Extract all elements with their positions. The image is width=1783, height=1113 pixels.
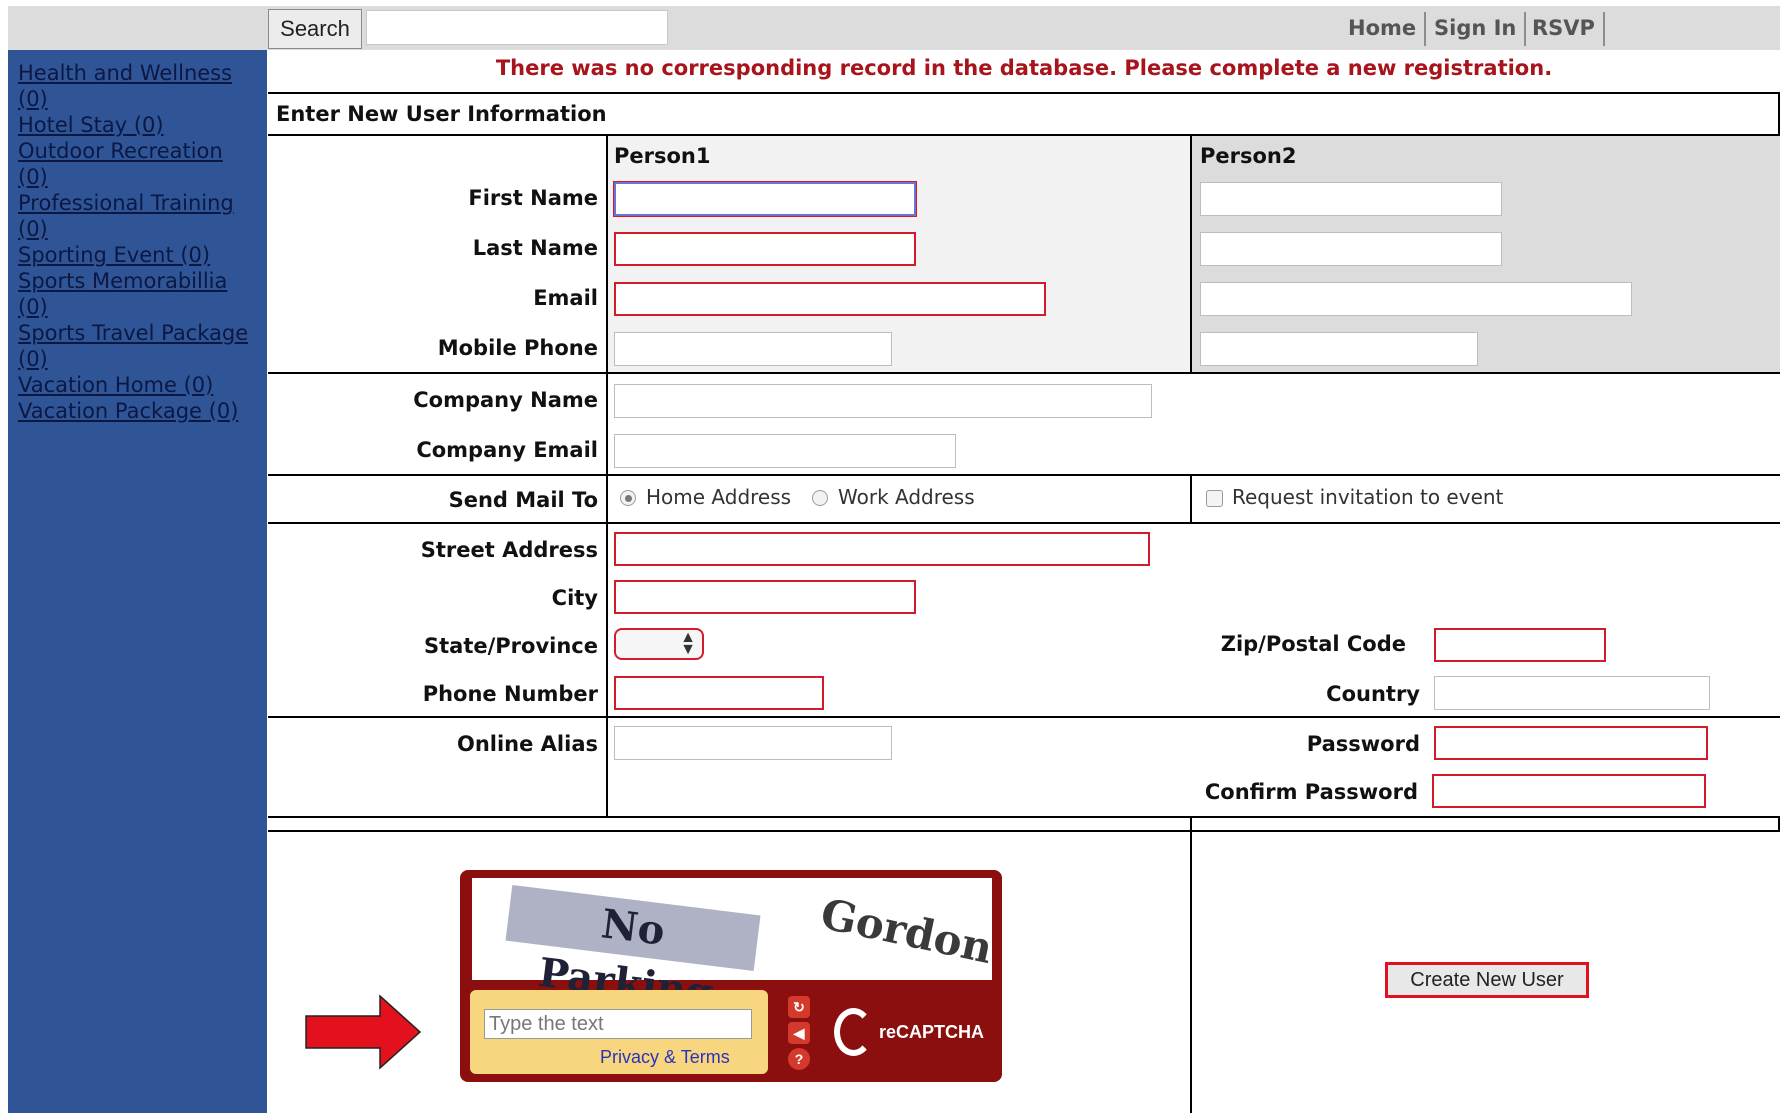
sidebar-item-sports-memorabillia[interactable]: Sports Memorabillia (0) xyxy=(18,268,267,320)
first-name-label: First Name xyxy=(468,186,598,210)
arrow-right-icon xyxy=(305,994,422,1070)
sidebar-item-outdoor-recreation[interactable]: Outdoor Recreation (0) xyxy=(18,138,267,190)
divider xyxy=(268,372,1780,374)
home-address-radio[interactable] xyxy=(620,490,636,506)
sidebar-item-sports-travel-package[interactable]: Sports Travel Package (0) xyxy=(18,320,267,372)
person2-mobile-phone-input[interactable] xyxy=(1200,332,1478,366)
confirm-password-label: Confirm Password xyxy=(1204,780,1418,804)
recaptcha-logo-text: reCAPTCHA xyxy=(878,1021,984,1042)
last-name-label: Last Name xyxy=(472,236,598,260)
phone-number-input[interactable] xyxy=(614,676,824,710)
company-name-label: Company Name xyxy=(413,388,598,412)
section-title: Enter New User Information xyxy=(276,102,607,126)
phone-number-label: Phone Number xyxy=(422,682,598,706)
person2-email-input[interactable] xyxy=(1200,282,1632,316)
divider xyxy=(268,474,1780,476)
home-address-label: Home Address xyxy=(646,485,792,509)
help-icon[interactable]: ? xyxy=(788,1048,810,1070)
audio-icon[interactable]: ◀ xyxy=(788,1022,810,1044)
person1-first-name-input[interactable] xyxy=(614,182,916,216)
sidebar-item-hotel-stay[interactable]: Hotel Stay (0) xyxy=(18,112,267,138)
sidebar: Health and Wellness (0) Hotel Stay (0) Ou… xyxy=(8,50,267,1113)
divider xyxy=(1778,92,1780,136)
street-address-input[interactable] xyxy=(614,532,1150,566)
divider xyxy=(1190,474,1192,524)
select-arrows-icon: ▲ ▼ xyxy=(680,629,696,658)
refresh-icon[interactable]: ↻ xyxy=(788,996,810,1018)
person2-header: Person2 xyxy=(1200,144,1297,168)
country-input[interactable] xyxy=(1434,676,1710,710)
zip-postal-code-label: Zip/Postal Code xyxy=(1220,632,1406,656)
mobile-phone-label: Mobile Phone xyxy=(437,336,598,360)
nav-rsvp-link[interactable]: RSVP xyxy=(1524,12,1605,46)
street-address-label: Street Address xyxy=(420,538,598,562)
person1-mobile-phone-input[interactable] xyxy=(614,332,892,366)
person2-first-name-input[interactable] xyxy=(1200,182,1502,216)
search-input[interactable] xyxy=(366,10,668,45)
state-province-select[interactable]: ▲ ▼ xyxy=(614,628,704,660)
work-address-radio[interactable] xyxy=(812,490,828,506)
sidebar-item-vacation-home[interactable]: Vacation Home (0) xyxy=(18,372,267,398)
create-new-user-button[interactable]: Create New User xyxy=(1385,962,1589,998)
person2-last-name-input[interactable] xyxy=(1200,232,1502,266)
nav-sign-in-link[interactable]: Sign In xyxy=(1426,12,1527,46)
online-alias-label: Online Alias xyxy=(456,732,598,756)
divider xyxy=(268,522,1780,524)
work-address-label: Work Address xyxy=(838,485,975,509)
captcha-input[interactable]: Type the text xyxy=(484,1009,752,1039)
company-name-input[interactable] xyxy=(614,384,1152,418)
divider xyxy=(1778,816,1780,832)
person1-last-name-input[interactable] xyxy=(614,232,916,266)
person1-header: Person1 xyxy=(614,144,711,168)
sidebar-item-health-and-wellness[interactable]: Health and Wellness (0) xyxy=(18,60,267,112)
divider xyxy=(1190,134,1192,374)
confirm-password-input[interactable] xyxy=(1432,774,1706,808)
recaptcha-arrow-icon xyxy=(834,1008,873,1056)
recaptcha-logo: reCAPTCHA xyxy=(834,1000,984,1064)
online-alias-input[interactable] xyxy=(614,726,892,760)
password-input[interactable] xyxy=(1434,726,1708,760)
captcha-privacy-link[interactable]: Privacy & Terms xyxy=(600,1047,730,1068)
password-label: Password xyxy=(1306,732,1420,756)
zip-postal-code-input[interactable] xyxy=(1434,628,1606,662)
state-province-label: State/Province xyxy=(424,634,598,658)
city-input[interactable] xyxy=(614,580,916,614)
send-mail-to-label: Send Mail To xyxy=(448,488,598,512)
divider xyxy=(268,92,1780,94)
email-label: Email xyxy=(533,286,598,310)
sidebar-item-professional-training[interactable]: Professional Training (0) xyxy=(18,190,267,242)
company-email-input[interactable] xyxy=(614,434,956,468)
divider xyxy=(268,134,1780,136)
person1-email-input[interactable] xyxy=(614,282,1046,316)
city-label: City xyxy=(551,586,598,610)
divider xyxy=(1190,816,1192,1113)
sidebar-item-sporting-event[interactable]: Sporting Event (0) xyxy=(18,242,267,268)
request-invitation-label: Request invitation to event xyxy=(1232,485,1504,509)
sidebar-item-vacation-package[interactable]: Vacation Package (0) xyxy=(18,398,267,424)
country-label: Country xyxy=(1326,682,1420,706)
request-invitation-checkbox[interactable] xyxy=(1206,490,1223,507)
divider xyxy=(268,716,1780,718)
nav-home-link[interactable]: Home xyxy=(1340,12,1427,46)
divider xyxy=(268,816,1780,818)
company-email-label: Company Email xyxy=(416,438,598,462)
divider xyxy=(268,830,1780,832)
error-message: There was no corresponding record in the… xyxy=(495,56,1553,80)
divider xyxy=(606,134,608,816)
search-button[interactable]: Search xyxy=(268,9,362,49)
